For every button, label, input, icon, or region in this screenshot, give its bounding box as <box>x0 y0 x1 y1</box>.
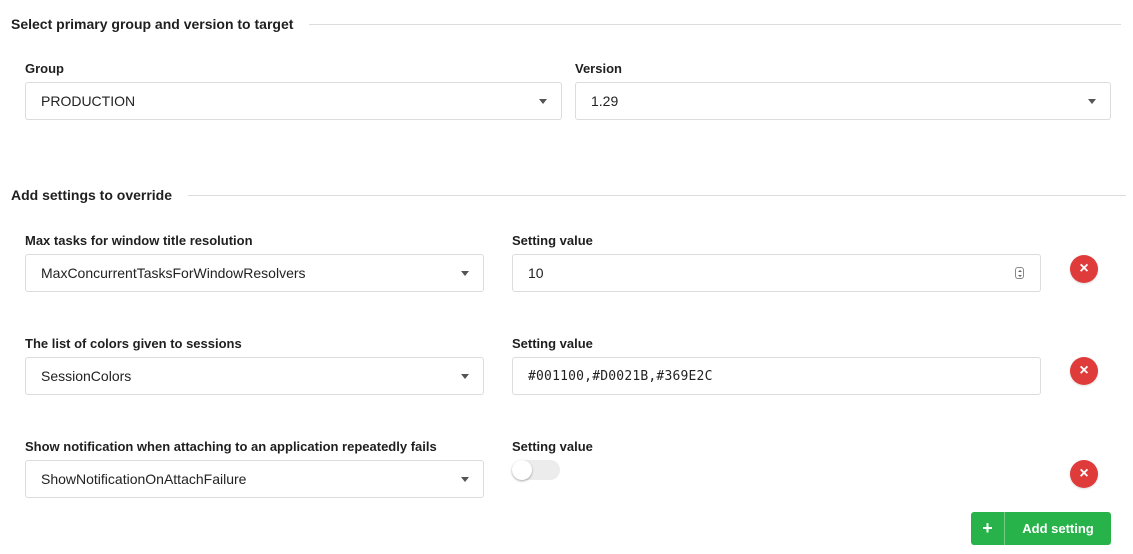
add-setting-label: Add setting <box>1022 521 1094 536</box>
version-select[interactable]: 1.29 <box>575 82 1111 120</box>
setting-value-text: 10 <box>528 265 544 281</box>
setting-description: Max tasks for window title resolution <box>25 233 253 248</box>
close-icon: × <box>1079 465 1089 482</box>
close-icon: × <box>1079 362 1089 379</box>
setting-value-toggle[interactable] <box>512 460 560 480</box>
plus-icon: + <box>971 512 1005 545</box>
chevron-down-icon <box>539 99 547 104</box>
group-select-value: PRODUCTION <box>41 93 136 109</box>
chevron-down-icon <box>461 374 469 379</box>
setting-select[interactable]: SessionColors <box>25 357 484 395</box>
setting-value-number-input[interactable]: 10 <box>512 254 1041 292</box>
number-stepper-icon[interactable] <box>1015 267 1024 279</box>
setting-select-value: ShowNotificationOnAttachFailure <box>41 471 247 487</box>
version-label: Version <box>575 61 622 76</box>
target-section-heading: Select primary group and version to targ… <box>11 16 1122 32</box>
chevron-down-icon <box>461 271 469 276</box>
overrides-section-heading: Add settings to override <box>11 187 1127 203</box>
setting-select-value: SessionColors <box>41 368 132 384</box>
setting-value-label: Setting value <box>512 439 593 454</box>
chevron-down-icon <box>1088 99 1096 104</box>
add-setting-button[interactable]: + Add setting <box>971 512 1111 545</box>
group-select[interactable]: PRODUCTION <box>25 82 562 120</box>
toggle-knob <box>512 460 532 480</box>
close-icon: × <box>1079 260 1089 277</box>
remove-setting-button[interactable]: × <box>1070 357 1098 385</box>
group-label: Group <box>25 61 64 76</box>
setting-select[interactable]: ShowNotificationOnAttachFailure <box>25 460 484 498</box>
setting-value-label: Setting value <box>512 233 593 248</box>
setting-description: The list of colors given to sessions <box>25 336 242 351</box>
version-select-value: 1.29 <box>591 93 619 109</box>
remove-setting-button[interactable]: × <box>1070 460 1098 488</box>
remove-setting-button[interactable]: × <box>1070 255 1098 283</box>
setting-select-value: MaxConcurrentTasksForWindowResolvers <box>41 265 306 281</box>
setting-value-label: Setting value <box>512 336 593 351</box>
chevron-down-icon <box>461 477 469 482</box>
setting-value-text: #001100,#D0021B,#369E2C <box>528 368 713 384</box>
setting-select[interactable]: MaxConcurrentTasksForWindowResolvers <box>25 254 484 292</box>
setting-value-text-input[interactable]: #001100,#D0021B,#369E2C <box>512 357 1041 395</box>
setting-description: Show notification when attaching to an a… <box>25 439 437 454</box>
